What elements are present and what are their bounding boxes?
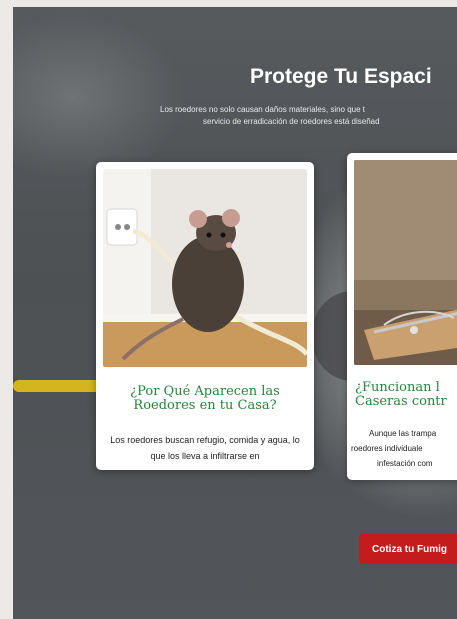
info-card-home-remedies[interactable]: ¿Funcionan l Caseras contr Aunque las tr… [347, 153, 457, 480]
quote-fumigation-button[interactable]: Cotiza tu Fumig [359, 534, 457, 564]
hero-subtitle-line-2: servicio de erradicación de roedores est… [203, 117, 380, 126]
card-text-line-3: infestación com [377, 459, 433, 468]
hero-title: Protege Tu Espaci [250, 65, 432, 88]
card-title-line-2: Caseras contr [355, 394, 447, 409]
card-title-line-1: ¿Funcionan l [355, 380, 440, 395]
mouse-trap-image [354, 160, 457, 365]
info-card-why-rodents[interactable]: ¿Por Qué Aparecen las Roedores en tu Cas… [96, 162, 314, 470]
hero-section: Protege Tu Espaci Los roedores no solo c… [13, 7, 457, 619]
card-text-line-1: Aunque las trampa [369, 429, 437, 438]
card-text-line-2: roedores individuale [351, 444, 423, 453]
card-title: ¿Por Qué Aparecen las Roedores en tu Cas… [130, 384, 280, 413]
card-text: Los roedores buscan refugio, comida y ag… [110, 435, 300, 461]
rat-chewing-cable-image [103, 169, 307, 367]
card-text: Aunque las trampa roedores individuale i… [351, 426, 457, 471]
card-title: ¿Funcionan l Caseras contr [355, 381, 457, 409]
hero-subtitle-line-1: Los roedores no solo causan daños materi… [160, 105, 366, 114]
